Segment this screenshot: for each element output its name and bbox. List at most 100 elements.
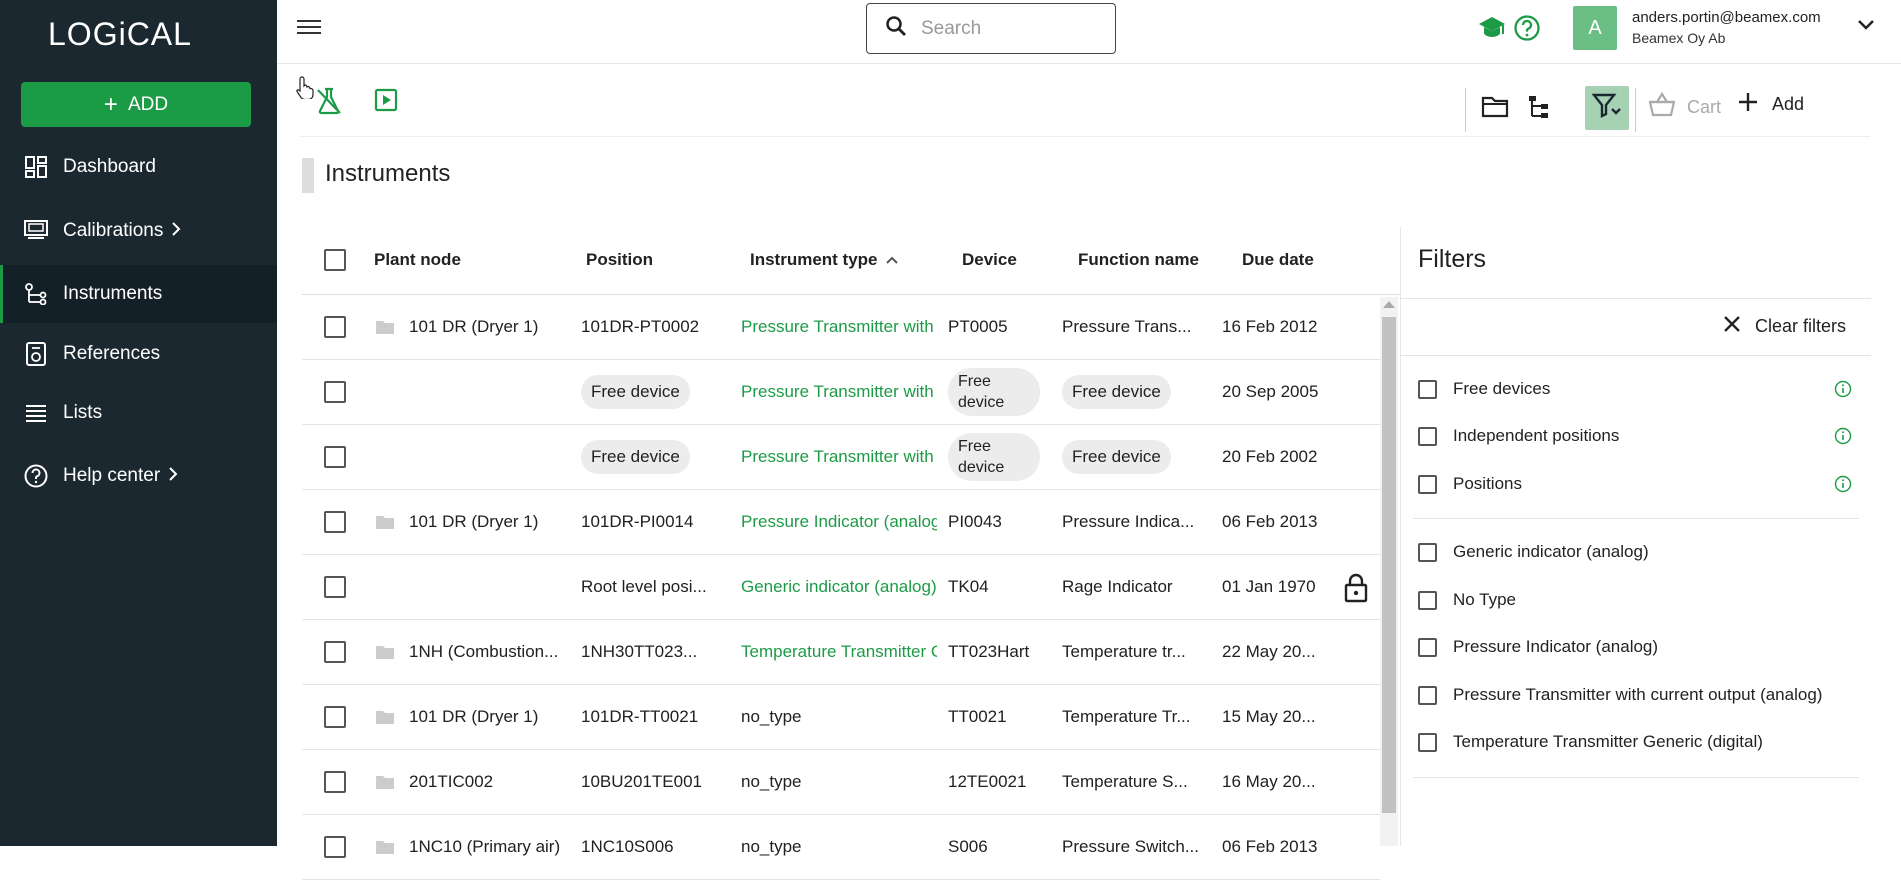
cell-device: TT0021 [948, 707, 1007, 726]
select-all-checkbox[interactable] [324, 249, 346, 271]
table-row[interactable]: Free device Pressure Transmitter with Fr… [302, 425, 1380, 490]
filter-label: Pressure Transmitter with current output… [1453, 685, 1823, 704]
folder-icon [376, 516, 394, 529]
search-input[interactable] [921, 17, 1081, 40]
cell-position: 101DR-TT0021 [581, 707, 699, 726]
free-device-chip: Free device [581, 375, 690, 409]
academy-graduation-cap-icon[interactable] [1477, 14, 1505, 42]
sidebar-item-calibrations[interactable]: Calibrations [0, 202, 277, 260]
cell-function-name: Pressure Indica... [1062, 512, 1195, 531]
filter-option-positions[interactable]: Positions [1418, 472, 1522, 496]
filter-option-generic-indicator[interactable]: Generic indicator (analog) [1418, 540, 1649, 564]
cart-button[interactable]: Cart [1647, 91, 1721, 123]
cell-instrument-type[interactable]: Pressure Transmitter with [741, 317, 937, 337]
add-button-label: ADD [127, 93, 169, 115]
cell-instrument-type[interactable]: Pressure Transmitter with [741, 447, 937, 467]
cell-instrument-type[interactable]: Temperature Transmitter G [741, 642, 937, 662]
divider [300, 136, 1870, 137]
sort-ascending-icon[interactable] [885, 250, 899, 270]
cell-instrument-type: no_type [741, 837, 802, 856]
table-row[interactable]: 201TIC002 10BU201TE001 no_type 12TE0021 … [302, 750, 1380, 815]
filter-option-pressure-transmitter[interactable]: Pressure Transmitter with current output… [1418, 683, 1822, 707]
info-icon[interactable] [1834, 427, 1852, 445]
row-checkbox[interactable] [324, 771, 346, 793]
cell-instrument-type[interactable]: Pressure Indicator (analog) [741, 512, 937, 532]
table-row[interactable]: 101 DR (Dryer 1) 101DR-PI0014 Pressure I… [302, 490, 1380, 555]
logo: LOGiCAL [48, 16, 192, 52]
cell-function-name: Temperature Tr... [1062, 707, 1191, 726]
row-checkbox[interactable] [324, 641, 346, 663]
row-checkbox[interactable] [324, 576, 346, 598]
scroll-up-arrow-icon[interactable] [1383, 301, 1395, 308]
toolbar: Cart Add [277, 64, 1901, 136]
cell-plant-node: 101 DR (Dryer 1) [409, 707, 539, 726]
cell-plant-node: 1NC10 (Primary air) [409, 837, 561, 856]
sidebar-item-dashboard[interactable]: Dashboard [0, 138, 277, 196]
sidebar-item-references[interactable]: References [0, 325, 277, 383]
sidebar-item-lists[interactable]: Lists [0, 384, 277, 442]
filter-checkbox[interactable] [1418, 379, 1437, 399]
avatar[interactable]: A [1573, 6, 1617, 50]
hierarchy-tree-icon[interactable] [1527, 94, 1557, 124]
filter-checkbox[interactable] [1418, 590, 1437, 610]
filter-label: Pressure Indicator (analog) [1453, 637, 1659, 656]
column-header-position[interactable]: Position [586, 250, 653, 270]
folder-icon [376, 646, 394, 659]
cell-plant-node: 201TIC002 [409, 772, 494, 791]
cell-instrument-type[interactable]: Pressure Transmitter with [741, 382, 937, 402]
table-scrollbar[interactable] [1380, 297, 1398, 846]
add-instrument-button[interactable]: Add [1738, 92, 1804, 117]
sidebar: LOGiCAL + ADD Dashboard Calibrations Ins… [0, 0, 277, 846]
chevron-down-icon[interactable] [1857, 18, 1877, 38]
row-checkbox[interactable] [324, 706, 346, 728]
scrollbar-thumb[interactable] [1382, 317, 1396, 813]
column-header-device[interactable]: Device [962, 250, 1017, 270]
cell-due-date: 20 Sep 2005 [1222, 382, 1319, 401]
calibration-flask-off-icon[interactable] [315, 86, 345, 116]
filter-option-no-type[interactable]: No Type [1418, 588, 1516, 612]
column-header-function-name[interactable]: Function name [1078, 250, 1199, 270]
add-button[interactable]: + ADD [21, 82, 251, 127]
hamburger-menu-icon[interactable] [297, 16, 321, 36]
filter-toggle-button[interactable] [1585, 86, 1629, 130]
folder-icon[interactable] [1481, 94, 1511, 124]
filter-option-free-devices[interactable]: Free devices [1418, 377, 1550, 401]
list-icon [24, 401, 48, 425]
sidebar-item-instruments[interactable]: Instruments [0, 265, 277, 323]
filter-option-temperature-transmitter[interactable]: Temperature Transmitter Generic (digital… [1418, 730, 1763, 754]
info-icon[interactable] [1834, 380, 1852, 398]
cell-instrument-type[interactable]: Generic indicator (analog) [741, 577, 937, 597]
table-row[interactable]: 1NH (Combustion... 1NH30TT023... Tempera… [302, 620, 1380, 685]
row-checkbox[interactable] [324, 511, 346, 533]
table-row[interactable]: Free device Pressure Transmitter with Fr… [302, 360, 1380, 425]
column-header-plant-node[interactable]: Plant node [374, 250, 461, 270]
sidebar-item-label: Lists [63, 402, 103, 423]
filter-option-pressure-indicator[interactable]: Pressure Indicator (analog) [1418, 635, 1658, 659]
row-checkbox[interactable] [324, 316, 346, 338]
cell-due-date: 06 Feb 2013 [1222, 837, 1318, 856]
info-icon[interactable] [1834, 475, 1852, 493]
filter-checkbox[interactable] [1418, 542, 1437, 562]
row-checkbox[interactable] [324, 446, 346, 468]
column-header-instrument-type[interactable]: Instrument type [750, 250, 878, 270]
cell-device: 12TE0021 [948, 772, 1027, 791]
filter-option-independent-positions[interactable]: Independent positions [1418, 424, 1619, 448]
table-row[interactable]: 101 DR (Dryer 1) 101DR-PT0002 Pressure T… [302, 295, 1380, 360]
table-row[interactable]: 101 DR (Dryer 1) 101DR-TT0021 no_type TT… [302, 685, 1380, 750]
row-checkbox[interactable] [324, 381, 346, 403]
play-square-icon[interactable] [374, 88, 404, 118]
table-row[interactable]: 1NC10 (Primary air) 1NC10S006 no_type S0… [302, 815, 1380, 880]
filter-checkbox[interactable] [1418, 474, 1437, 494]
filter-checkbox[interactable] [1418, 685, 1437, 705]
cell-due-date: 01 Jan 1970 [1222, 577, 1316, 596]
filter-checkbox[interactable] [1418, 426, 1437, 446]
search-box[interactable] [866, 3, 1116, 54]
row-checkbox[interactable] [324, 836, 346, 858]
filter-checkbox[interactable] [1418, 637, 1437, 657]
clear-filters-button[interactable]: Clear filters [1723, 315, 1846, 338]
column-header-due-date[interactable]: Due date [1242, 250, 1314, 270]
sidebar-item-help-center[interactable]: Help center [0, 447, 277, 505]
filter-checkbox[interactable] [1418, 732, 1437, 752]
table-row[interactable]: Root level posi... Generic indicator (an… [302, 555, 1380, 620]
help-circle-icon[interactable] [1513, 14, 1541, 42]
